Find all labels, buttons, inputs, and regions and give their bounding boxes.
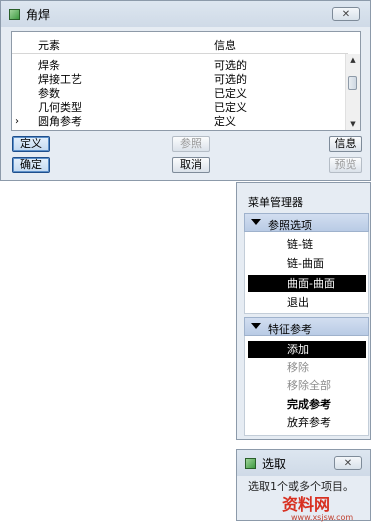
column-header-info[interactable]: 信息 [214,37,236,53]
menu-item-surface-surface[interactable]: 曲面-曲面 [248,275,366,292]
select-prompt: 选取1个或多个项目。 [248,480,354,493]
list-header: 元素 信息 [12,32,348,54]
scrollbar-thumb[interactable] [348,76,357,90]
element-name: 焊条 [38,59,60,72]
dialog-titlebar[interactable]: 角焊 ✕ [1,1,370,27]
section-header-feature-references[interactable]: 特征参考 [244,317,369,336]
element-name: 圆角参考 [38,115,82,128]
info-button[interactable]: 信息 [329,136,362,152]
menu-item-exit[interactable]: 退出 [248,294,366,311]
collapse-triangle-icon [251,219,261,225]
reference-button[interactable]: 参照 [172,136,210,152]
menu-item-add[interactable]: 添加 [248,341,366,358]
app-icon [245,457,256,469]
watermark: 资料网 www.xsjsw.com [282,494,366,522]
menu-item-chain-surface[interactable]: 链-曲面 [248,255,366,272]
element-info: 可选的 [214,73,247,86]
dialog-title: 角焊 [26,7,51,22]
element-name: 几何类型 [38,101,82,114]
fillet-weld-dialog: 角焊 ✕ 元素 信息 焊条 可选的 焊接工艺 可选的 参数 已定义 几何类型 已… [0,0,371,181]
scroll-down-icon[interactable]: ▼ [346,118,360,130]
close-button[interactable]: ✕ [334,456,362,470]
list-item[interactable]: 参数 已定义 [12,87,348,101]
app-icon [9,8,20,20]
element-info: 可选的 [214,59,247,72]
element-info: 定义 [214,115,236,128]
menu-manager: 菜单管理器 参照选项 链-链 链-曲面 曲面-曲面 退出 特征参考 添加 移除 … [236,182,371,440]
section-label: 参照选项 [268,219,312,232]
collapse-triangle-icon [251,323,261,329]
section-label: 特征参考 [268,323,312,336]
list-item[interactable]: 几何类型 已定义 [12,101,348,115]
element-info: 已定义 [214,87,247,100]
column-header-element[interactable]: 元素 [38,37,60,53]
list-item[interactable]: 焊条 可选的 [12,59,348,73]
element-name: 焊接工艺 [38,73,82,86]
select-titlebar[interactable]: 选取 ✕ [237,450,370,476]
element-info: 已定义 [214,101,247,114]
menu-item-abandon-refs[interactable]: 放弃参考 [248,414,366,431]
cancel-button[interactable]: 取消 [172,157,210,173]
element-name: 参数 [38,87,60,100]
menu-manager-title: 菜单管理器 [248,196,303,209]
menu-item-done-refs[interactable]: 完成参考 [248,396,366,413]
menu-item-remove-all[interactable]: 移除全部 [248,377,366,394]
menu-item-chain-chain[interactable]: 链-链 [248,236,366,253]
list-scrollbar[interactable]: ▲ ▼ [345,54,360,130]
watermark-sub: www.xsjsw.com [291,513,354,522]
define-button[interactable]: 定义 [12,136,50,152]
close-button[interactable]: ✕ [332,7,360,21]
section-header-reference-options[interactable]: 参照选项 [244,213,369,232]
close-icon: ✕ [343,457,353,469]
list-item[interactable]: 焊接工艺 可选的 [12,73,348,87]
section-reference-options: 链-链 链-曲面 曲面-曲面 退出 [244,232,369,314]
close-icon: ✕ [341,8,351,20]
select-title: 选取 [262,456,287,471]
preview-button[interactable]: 预览 [329,157,362,173]
row-marker: › [15,116,19,127]
section-feature-references: 添加 移除 移除全部 完成参考 放弃参考 [244,336,369,436]
scroll-up-icon[interactable]: ▲ [346,54,360,66]
menu-item-remove[interactable]: 移除 [248,359,366,376]
list-item[interactable]: › 圆角参考 定义 [12,115,348,129]
ok-button[interactable]: 确定 [12,157,50,173]
element-list[interactable]: 元素 信息 焊条 可选的 焊接工艺 可选的 参数 已定义 几何类型 已定义 › … [11,31,361,131]
